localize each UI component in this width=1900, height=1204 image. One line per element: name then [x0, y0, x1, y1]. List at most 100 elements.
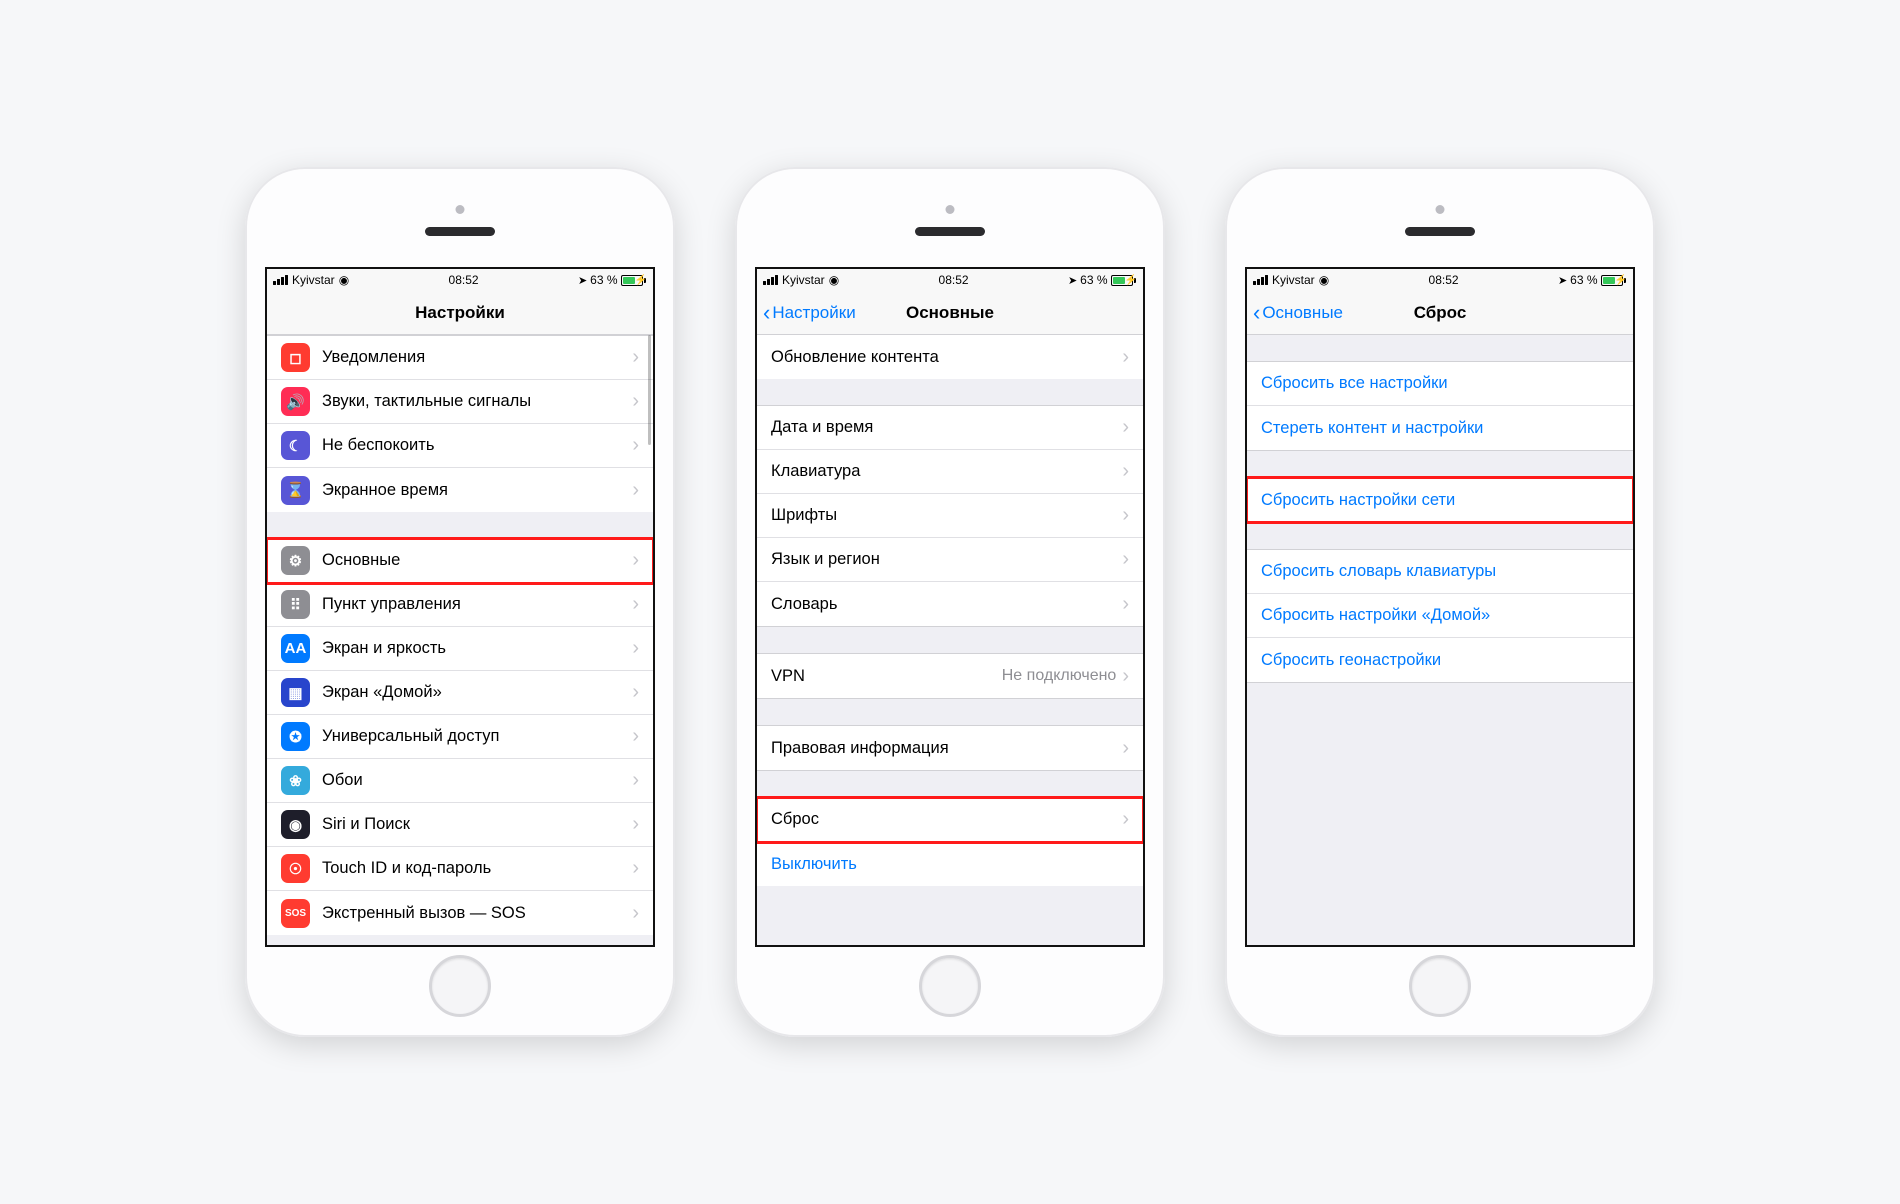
row-legal[interactable]: Правовая информация› [757, 726, 1143, 770]
row-reset-keyboard[interactable]: Сбросить словарь клавиатуры› [1247, 550, 1633, 594]
chevron-right-icon: › [632, 769, 639, 792]
wifi-icon: ◉ [1319, 273, 1329, 287]
row-sos[interactable]: SOSЭкстренный вызов — SOS› [267, 891, 653, 935]
row-content-refresh[interactable]: Обновление контента› [757, 335, 1143, 379]
row-date-time[interactable]: Дата и время› [757, 406, 1143, 450]
row-touchid[interactable]: ☉ Touch ID и код-пароль› [267, 847, 653, 891]
row-label: Сбросить настройки сети [1261, 491, 1619, 510]
row-label: Обои [322, 771, 632, 790]
status-bar: Kyivstar ◉ 08:52 ➤ 63 % ⚡ [267, 269, 653, 291]
chevron-right-icon: › [1122, 665, 1129, 688]
accessibility-icon: ✪ [281, 722, 310, 751]
battery-pct: 63 % [1570, 273, 1597, 287]
row-reset-network[interactable]: Сбросить настройки сети› [1247, 478, 1633, 522]
screen-settings: Kyivstar ◉ 08:52 ➤ 63 % ⚡ Настройки ◻Уве… [265, 267, 655, 947]
row-sounds[interactable]: 🔊Звуки, тактильные сигналы› [267, 380, 653, 424]
row-label: Обновление контента [771, 348, 1122, 367]
chevron-left-icon: ‹ [1253, 302, 1260, 324]
chevron-right-icon: › [632, 902, 639, 925]
row-notifications[interactable]: ◻Уведомления› [267, 336, 653, 380]
row-reset-location[interactable]: Сбросить геонастройки› [1247, 638, 1633, 682]
charging-icon: ⚡ [1615, 275, 1627, 286]
location-icon: ➤ [578, 274, 587, 287]
battery-pct: 63 % [1080, 273, 1107, 287]
earpiece [425, 227, 495, 236]
cell-signal-icon [763, 275, 778, 285]
nav-header: Настройки [267, 291, 653, 335]
dnd-icon: ☾ [281, 431, 310, 460]
charging-icon: ⚡ [1125, 275, 1137, 286]
row-reset[interactable]: Сброс› [757, 798, 1143, 842]
chevron-right-icon: › [1122, 416, 1129, 439]
row-erase-all[interactable]: Стереть контент и настройки› [1247, 406, 1633, 450]
chevron-right-icon: › [632, 593, 639, 616]
location-icon: ➤ [1558, 274, 1567, 287]
row-label: Touch ID и код-пароль [322, 859, 632, 878]
row-dnd[interactable]: ☾Не беспокоить› [267, 424, 653, 468]
back-button[interactable]: ‹ Основные [1253, 291, 1343, 334]
cell-signal-icon [1253, 275, 1268, 285]
row-label: Язык и регион [771, 550, 1122, 569]
row-label: Экран и яркость [322, 639, 632, 658]
row-keyboard[interactable]: Клавиатура› [757, 450, 1143, 494]
location-icon: ➤ [1068, 274, 1077, 287]
general-icon: ⚙ [281, 546, 310, 575]
row-dictionary[interactable]: Словарь› [757, 582, 1143, 626]
touchid-icon: ☉ [281, 854, 310, 883]
home-button[interactable] [429, 955, 491, 1017]
row-display[interactable]: AAЭкран и яркость› [267, 627, 653, 671]
row-label: Звуки, тактильные сигналы [322, 392, 632, 411]
chevron-right-icon: › [632, 857, 639, 880]
home-button[interactable] [919, 955, 981, 1017]
row-siri[interactable]: ◉Siri и Поиск› [267, 803, 653, 847]
home-icon: ▦ [281, 678, 310, 707]
status-bar: Kyivstar ◉ 08:52 ➤ 63 % ⚡ [1247, 269, 1633, 291]
row-home[interactable]: ▦Экран «Домой»› [267, 671, 653, 715]
row-label: Стереть контент и настройки [1261, 419, 1619, 438]
row-control-center[interactable]: ⠿Пункт управления› [267, 583, 653, 627]
earpiece [1405, 227, 1475, 236]
back-label: Настройки [772, 303, 855, 323]
row-accessibility[interactable]: ✪Универсальный доступ› [267, 715, 653, 759]
screen-reset: Kyivstar ◉ 08:52 ➤ 63 % ⚡ ‹ Основные Сбр… [1245, 267, 1635, 947]
earpiece [915, 227, 985, 236]
chevron-right-icon: › [1122, 460, 1129, 483]
scrollbar[interactable] [648, 335, 651, 445]
status-time: 08:52 [1429, 273, 1459, 287]
status-bar: Kyivstar ◉ 08:52 ➤ 63 % ⚡ [757, 269, 1143, 291]
chevron-right-icon: › [1122, 808, 1129, 831]
row-label: Сбросить словарь клавиатуры [1261, 562, 1619, 581]
chevron-right-icon: › [1122, 593, 1129, 616]
row-shutdown[interactable]: Выключить› [757, 842, 1143, 886]
control-center-icon: ⠿ [281, 590, 310, 619]
charging-icon: ⚡ [635, 275, 647, 286]
display-icon: AA [281, 634, 310, 663]
wifi-icon: ◉ [339, 273, 349, 287]
chevron-right-icon: › [632, 813, 639, 836]
row-fonts[interactable]: Шрифты› [757, 494, 1143, 538]
chevron-right-icon: › [632, 549, 639, 572]
chevron-right-icon: › [1122, 548, 1129, 571]
row-label: Правовая информация [771, 739, 1122, 758]
row-label: Сбросить геонастройки [1261, 651, 1619, 670]
row-reset-all[interactable]: Сбросить все настройки› [1247, 362, 1633, 406]
row-label: VPN [771, 667, 1002, 686]
row-wallpaper[interactable]: ❀Обои› [267, 759, 653, 803]
carrier-label: Kyivstar [1272, 273, 1315, 287]
row-label: Клавиатура [771, 462, 1122, 481]
battery-pct: 63 % [590, 273, 617, 287]
page-title: Сброс [1414, 303, 1467, 323]
home-button[interactable] [1409, 955, 1471, 1017]
notifications-icon: ◻ [281, 343, 310, 372]
row-reset-home[interactable]: Сбросить настройки «Домой»› [1247, 594, 1633, 638]
phone-mockup-general: Kyivstar ◉ 08:52 ➤ 63 % ⚡ ‹ Настройки Ос… [735, 167, 1165, 1037]
row-label: Универсальный доступ [322, 727, 632, 746]
sounds-icon: 🔊 [281, 387, 310, 416]
row-screentime[interactable]: ⌛Экранное время› [267, 468, 653, 512]
carrier-label: Kyivstar [782, 273, 825, 287]
row-vpn[interactable]: VPNНе подключено› [757, 654, 1143, 698]
row-language[interactable]: Язык и регион› [757, 538, 1143, 582]
back-button[interactable]: ‹ Настройки [763, 291, 856, 334]
chevron-right-icon: › [632, 434, 639, 457]
row-general[interactable]: ⚙Основные› [267, 539, 653, 583]
